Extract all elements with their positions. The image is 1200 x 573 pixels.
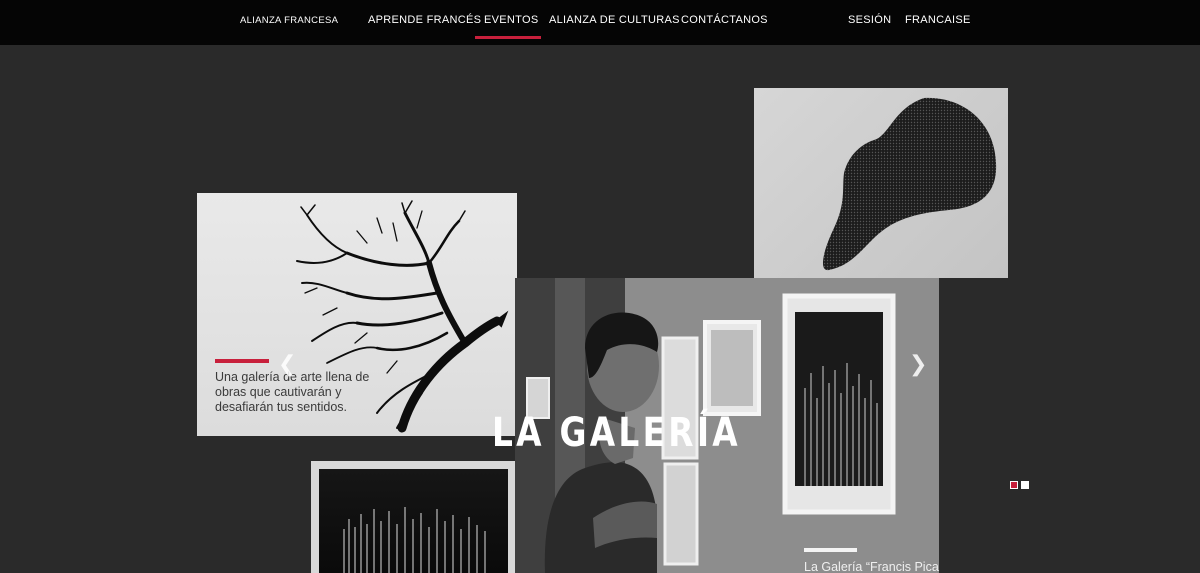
slider-pager bbox=[1010, 481, 1029, 489]
top-navigation: ALIANZA FRANCESA APRENDE FRANCÉS EVENTOS… bbox=[0, 0, 1200, 45]
pager-dot-1[interactable] bbox=[1010, 481, 1018, 489]
page-title: LA GALERÍA bbox=[492, 410, 741, 456]
main-caption-bar bbox=[804, 548, 857, 552]
nav-item-alianza-de-culturas[interactable]: ALIANZA DE CULTURAS bbox=[549, 14, 680, 26]
artwork-card-stone[interactable] bbox=[754, 88, 1008, 278]
main-caption: La Galería “Francis Picabia” exhibe las bbox=[804, 560, 939, 573]
active-nav-indicator bbox=[475, 36, 541, 39]
pager-dot-2[interactable] bbox=[1021, 481, 1029, 489]
nav-item-eventos[interactable]: EVENTOS bbox=[484, 14, 538, 26]
streak-artwork bbox=[343, 507, 486, 573]
artwork-card-bottom[interactable] bbox=[311, 461, 516, 573]
tree-caption: Una galería de arte llena de obras que c… bbox=[215, 370, 370, 414]
caption-accent-bar bbox=[215, 359, 269, 363]
nav-item-contactanos[interactable]: CONTÁCTANOS bbox=[681, 14, 768, 26]
chevron-right-icon[interactable]: ❯ bbox=[909, 354, 927, 376]
chevron-left-icon[interactable]: ❮ bbox=[278, 354, 296, 376]
language-switch-link[interactable]: FRANCAISE bbox=[905, 14, 971, 26]
stone-ink-artwork bbox=[822, 97, 997, 271]
artwork-card-tree[interactable]: Una galería de arte llena de obras que c… bbox=[197, 193, 517, 436]
brand-logo-link[interactable]: ALIANZA FRANCESA bbox=[240, 15, 338, 26]
login-link[interactable]: SESIÓN bbox=[848, 14, 891, 26]
dark-artwork bbox=[319, 469, 508, 573]
nav-item-aprende-frances[interactable]: APRENDE FRANCÉS bbox=[368, 14, 481, 26]
